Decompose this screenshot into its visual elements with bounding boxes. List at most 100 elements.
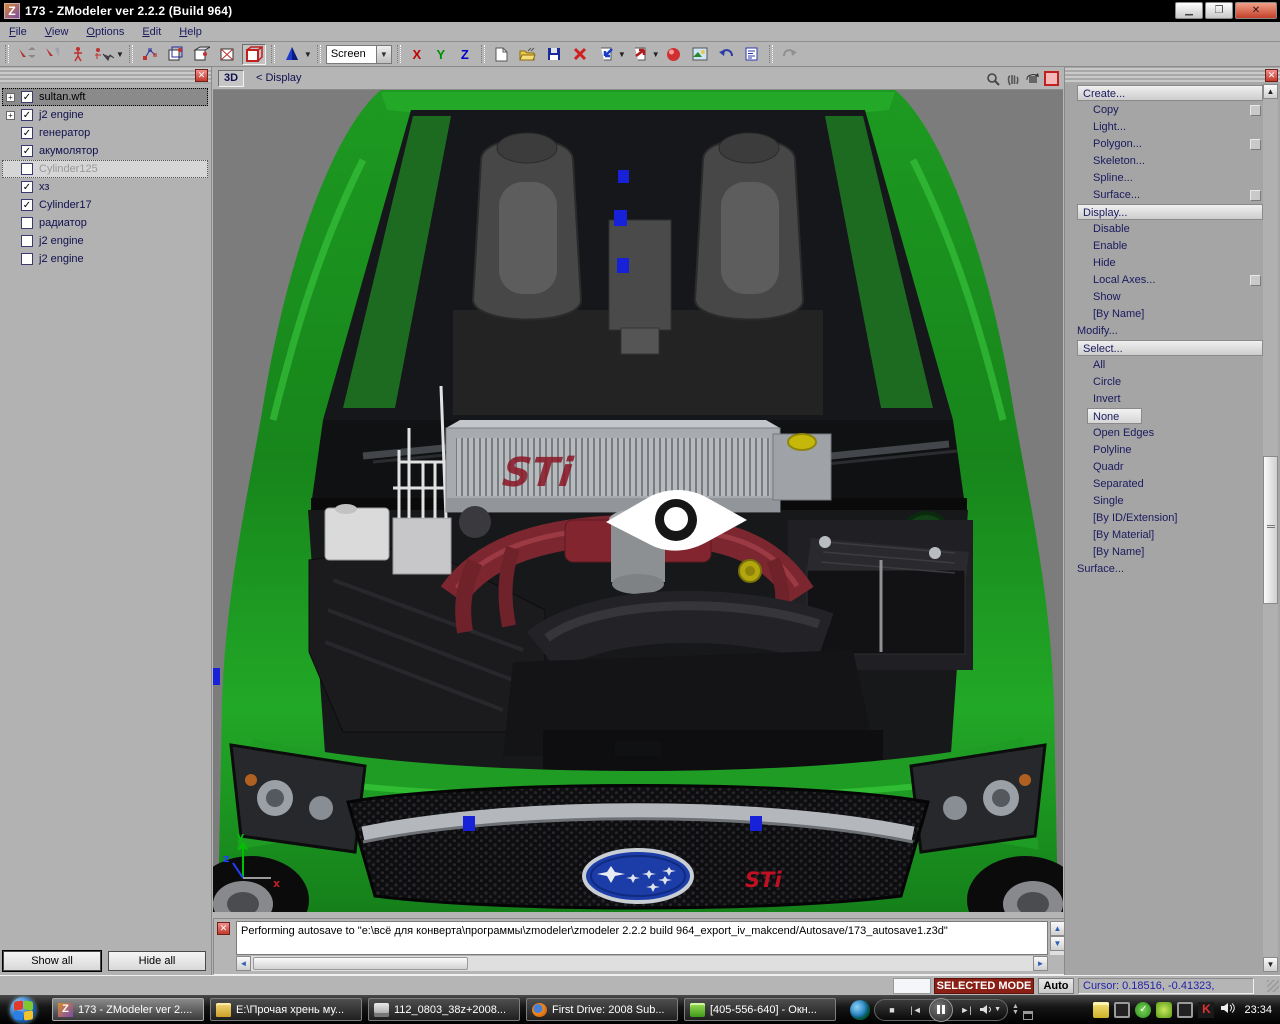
visibility-checkbox[interactable]: ✓ (21, 109, 33, 121)
menu-options[interactable]: Options (77, 24, 133, 40)
command-open-edges[interactable]: Open Edges (1071, 425, 1263, 442)
axis-x-button[interactable]: X (406, 44, 428, 65)
zoom-tool-icon[interactable] (984, 70, 1001, 87)
command-create[interactable]: Create... (1071, 85, 1263, 102)
select-move-horizontal-icon[interactable] (40, 44, 64, 65)
taskbar-task-2[interactable]: 112_0803_38z+2008... (368, 998, 520, 1021)
toolbar-gripper[interactable] (5, 45, 9, 63)
command-skeleton[interactable]: Skeleton... (1071, 153, 1263, 170)
command-quadr[interactable]: Quadr (1071, 459, 1263, 476)
wmp-restore-icon[interactable] (1023, 1011, 1033, 1020)
select-dropdown-arrow[interactable]: ▼ (116, 50, 124, 59)
orbit-tool-icon[interactable] (1024, 70, 1041, 87)
menu-file[interactable]: File (0, 24, 36, 40)
command-copy[interactable]: Copy (1071, 102, 1263, 119)
auto-mode-button[interactable]: Auto (1038, 978, 1074, 994)
close-button[interactable]: ✕ (1235, 2, 1277, 19)
viewport-3d[interactable]: STi (213, 90, 1063, 912)
commands-panel-close-icon[interactable]: ✕ (1265, 69, 1278, 82)
volume-icon[interactable]: ▼ (979, 1002, 1001, 1018)
menu-view[interactable]: View (36, 24, 78, 40)
toolbar-gripper[interactable] (397, 45, 401, 63)
scrollbar-thumb[interactable] (1263, 456, 1278, 604)
axis-y-button[interactable]: Y (430, 44, 452, 65)
taskbar-task-4[interactable]: [405-556-640] - Окн... (684, 998, 836, 1021)
view-3d-tab[interactable]: 3D (218, 70, 244, 87)
log-output[interactable]: Performing autosave to "e:\всё для конве… (236, 921, 1048, 955)
tree-item-0[interactable]: +✓sultan.wft (2, 88, 208, 106)
tree-item-2[interactable]: ✓генератор (2, 124, 208, 142)
vertices-mode-icon[interactable] (138, 44, 162, 65)
pan-tool-icon[interactable] (1004, 70, 1021, 87)
command-local-axes[interactable]: Local Axes... (1071, 272, 1263, 289)
command-surface[interactable]: Surface... (1071, 187, 1263, 204)
panel-drag-strip[interactable] (0, 68, 211, 84)
expand-icon[interactable]: + (6, 111, 15, 120)
command-hide[interactable]: Hide (1071, 255, 1263, 272)
command-modify[interactable]: Modify... (1071, 323, 1263, 340)
select-move-vertical-icon[interactable] (14, 44, 38, 65)
visibility-checkbox[interactable] (21, 253, 33, 265)
command-options-box[interactable] (1250, 275, 1261, 286)
cone-tool-icon[interactable] (280, 44, 304, 65)
command-light[interactable]: Light... (1071, 119, 1263, 136)
save-file-icon[interactable] (542, 44, 566, 65)
visibility-checkbox[interactable]: ✓ (21, 199, 33, 211)
scroll-right-icon[interactable]: ► (1033, 956, 1048, 971)
scroll-left-icon[interactable]: ◄ (236, 956, 251, 971)
visibility-checkbox[interactable] (21, 235, 33, 247)
commands-scrollbar[interactable]: ▲ ▼ (1263, 84, 1278, 972)
taskbar-task-3[interactable]: First Drive: 2008 Sub... (526, 998, 678, 1021)
command-by-id-extension[interactable]: [By ID/Extension] (1071, 510, 1263, 527)
minimize-button[interactable]: ▁ (1175, 2, 1203, 19)
cone-dropdown-arrow[interactable]: ▼ (304, 50, 312, 59)
export-dropdown-arrow[interactable]: ▼ (652, 50, 660, 59)
command-options-box[interactable] (1250, 190, 1261, 201)
command-none[interactable]: None (1071, 408, 1263, 425)
import-icon[interactable] (594, 44, 618, 65)
log-close-icon[interactable]: ✕ (217, 922, 230, 935)
notes-tray-icon[interactable] (1093, 1002, 1109, 1018)
command-enable[interactable]: Enable (1071, 238, 1263, 255)
log-window-icon[interactable] (740, 44, 764, 65)
command-all[interactable]: All (1071, 357, 1263, 374)
undo-icon[interactable] (714, 44, 738, 65)
visibility-checkbox[interactable] (21, 163, 33, 175)
next-track-icon[interactable]: ►| (955, 1002, 977, 1018)
resize-grip[interactable] (1267, 980, 1279, 992)
edges-mode-icon[interactable] (164, 44, 188, 65)
menu-help[interactable]: Help (170, 24, 211, 40)
tree-item-4[interactable]: Cylinder125 (2, 160, 208, 178)
tree-item-3[interactable]: ✓акумолятор (2, 142, 208, 160)
tree-panel-close-icon[interactable]: ✕ (195, 69, 208, 82)
kaspersky-tray-icon[interactable]: K (1198, 1002, 1214, 1018)
import-dropdown-arrow[interactable]: ▼ (618, 50, 626, 59)
screen-space-select[interactable]: Screen ▼ (326, 45, 392, 64)
agent-tray-icon[interactable] (1156, 1002, 1172, 1018)
command-single[interactable]: Single (1071, 493, 1263, 510)
volume-tray-icon[interactable] (1219, 1002, 1235, 1018)
scrollbar-thumb[interactable] (253, 957, 468, 970)
command-by-material[interactable]: [By Material] (1071, 527, 1263, 544)
scroll-down-icon[interactable]: ▼ (1263, 957, 1278, 972)
tree-item-6[interactable]: ✓Cylinder17 (2, 196, 208, 214)
visibility-checkbox[interactable]: ✓ (21, 181, 33, 193)
material-editor-icon[interactable] (662, 44, 686, 65)
start-button[interactable] (6, 996, 40, 1023)
tree-item-1[interactable]: +✓j2 engine (2, 106, 208, 124)
export-icon[interactable] (628, 44, 652, 65)
visibility-checkbox[interactable]: ✓ (21, 127, 33, 139)
expand-icon[interactable]: + (6, 93, 15, 102)
command-by-name[interactable]: [By Name] (1071, 544, 1263, 561)
command-display[interactable]: Display... (1071, 204, 1263, 221)
log-horizontal-scrollbar[interactable]: ◄ ► (236, 956, 1048, 971)
panel-drag-strip[interactable] (1065, 68, 1280, 84)
log-vertical-scrollbar[interactable]: ▲ ▼ (1050, 921, 1065, 955)
toolbar-gripper[interactable] (481, 45, 485, 63)
scroll-up-icon[interactable]: ▲ (1263, 84, 1278, 99)
scroll-up-icon[interactable]: ▲ (1050, 921, 1065, 936)
tree-item-7[interactable]: радиатор (2, 214, 208, 232)
pause-icon[interactable] (929, 998, 953, 1022)
visibility-checkbox[interactable]: ✓ (21, 145, 33, 157)
command-circle[interactable]: Circle (1071, 374, 1263, 391)
